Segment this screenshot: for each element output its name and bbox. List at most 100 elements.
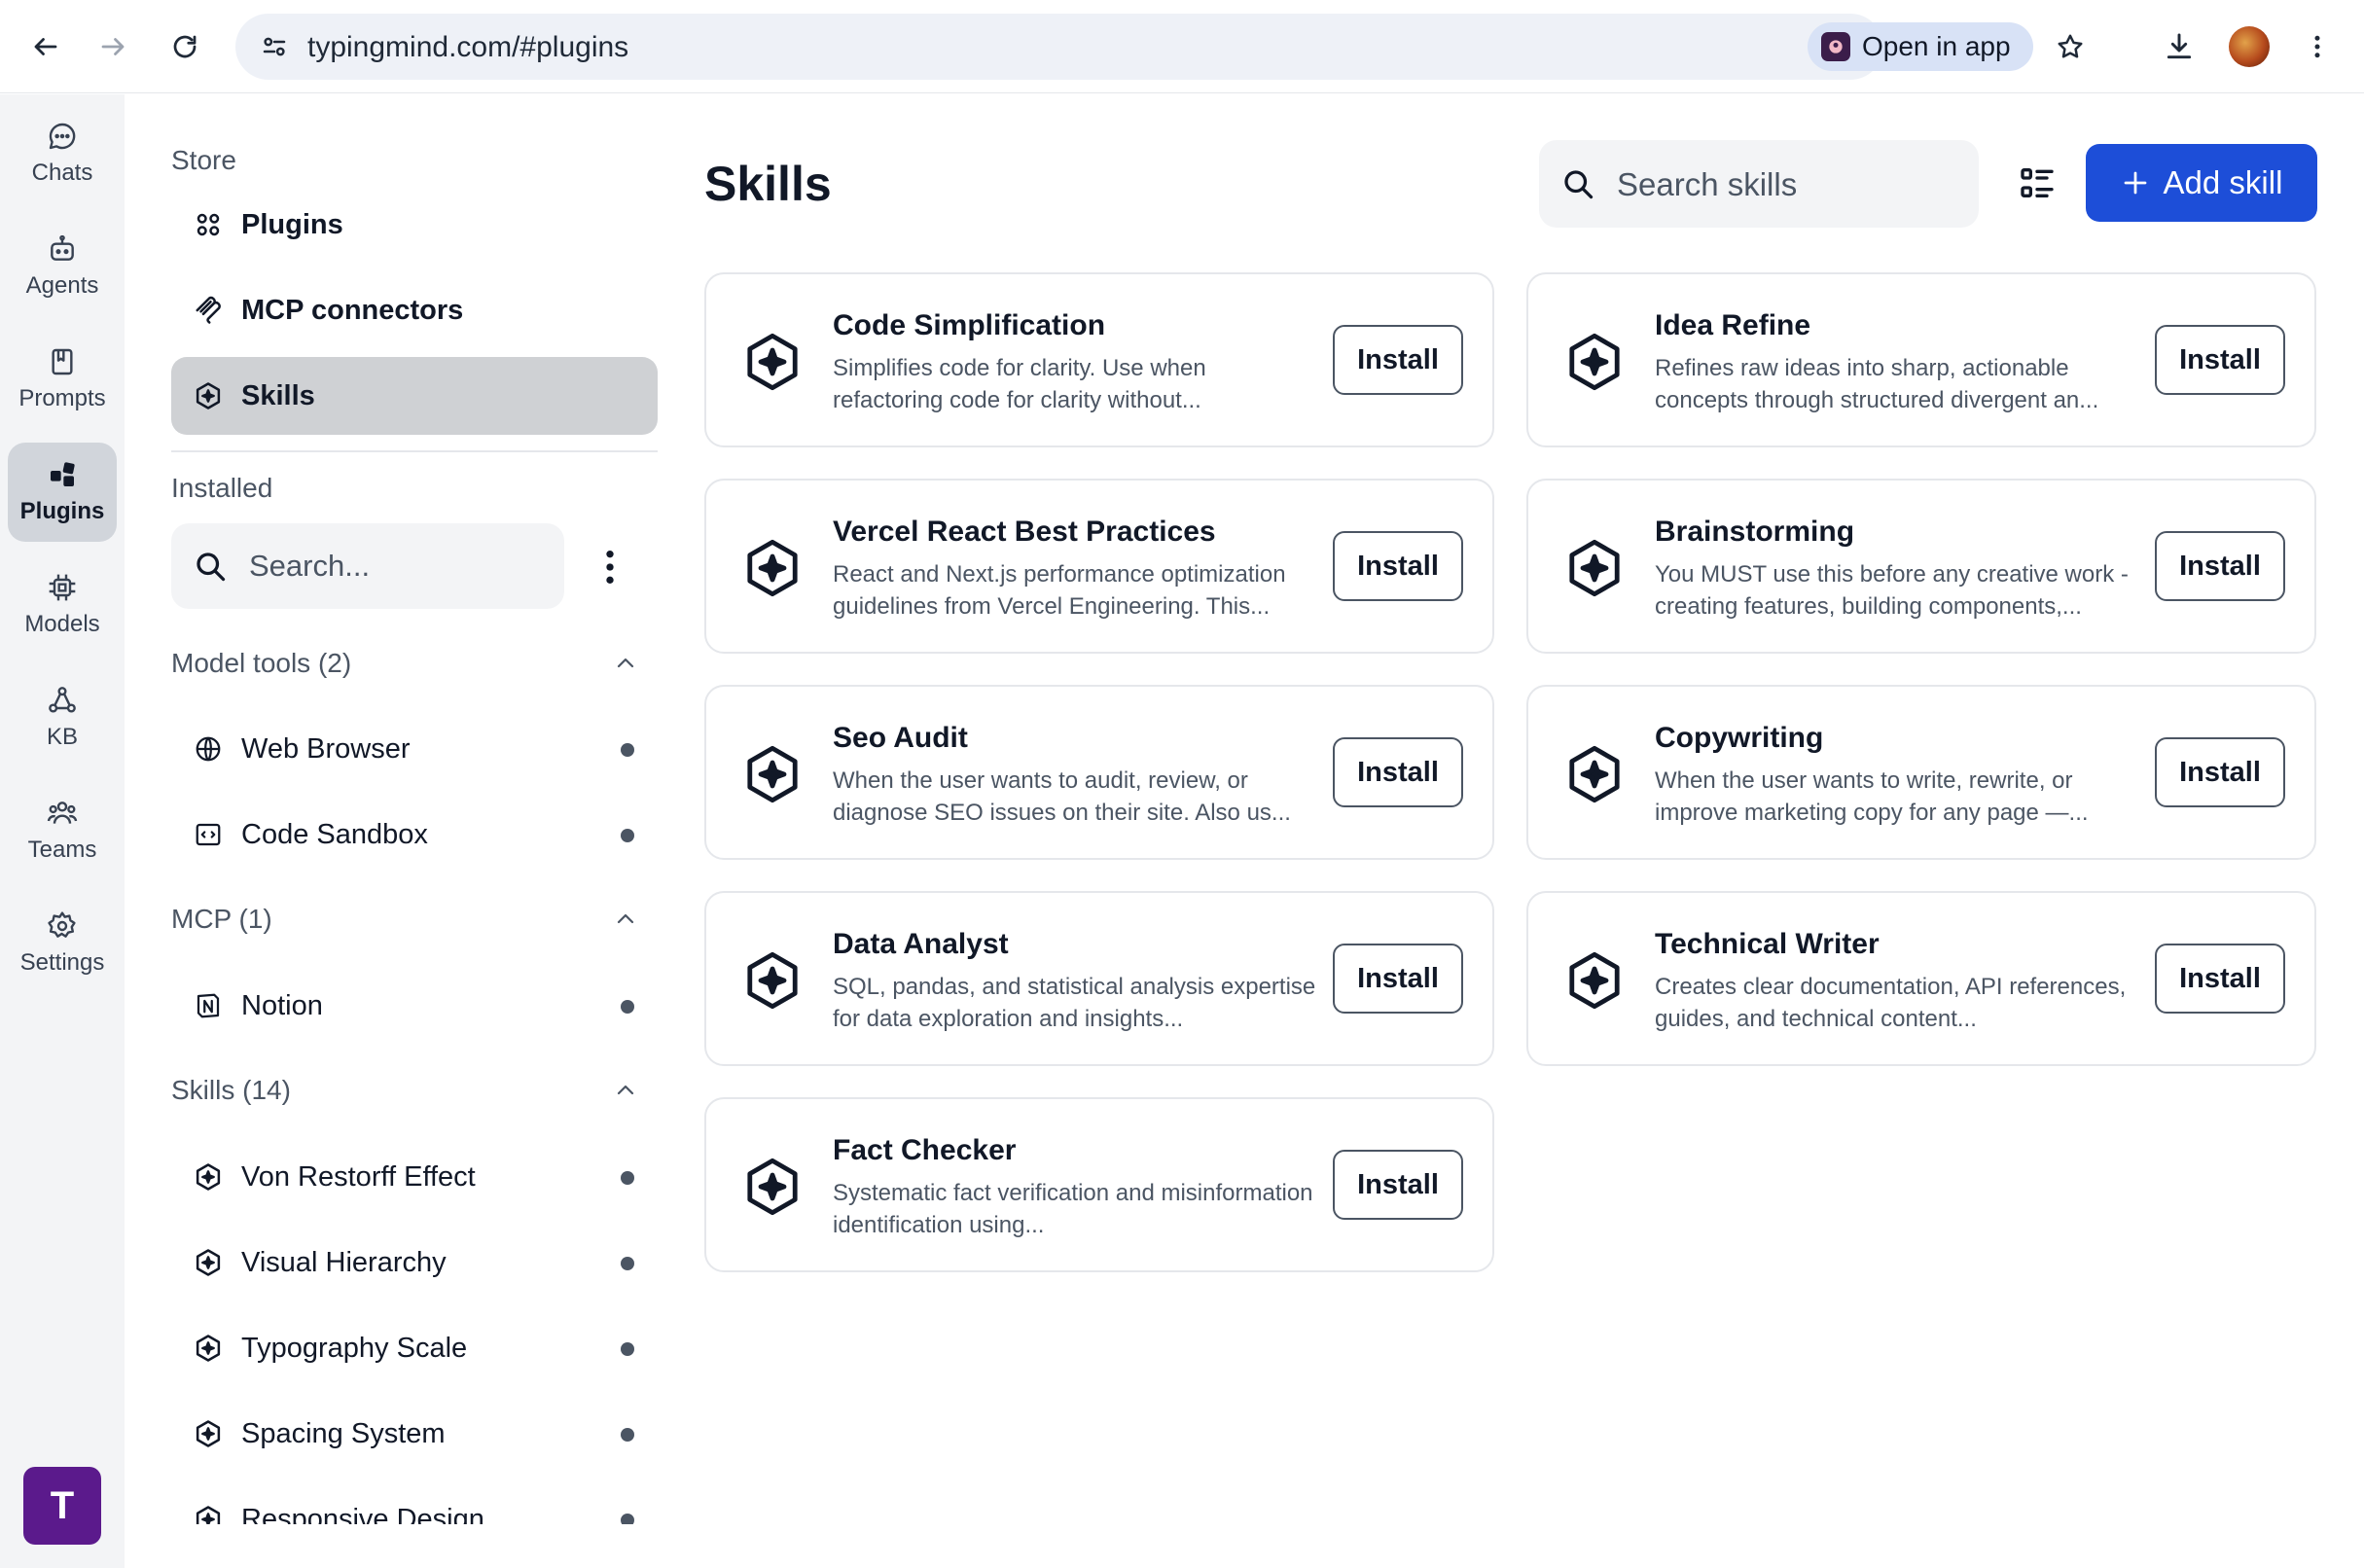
typingmind-logo[interactable]: T bbox=[23, 1467, 101, 1545]
installed-section-title: Installed bbox=[171, 473, 273, 503]
skill-hex-icon bbox=[1569, 539, 1620, 597]
reload-button[interactable] bbox=[158, 19, 212, 74]
add-skill-button[interactable]: Add skill bbox=[2086, 144, 2317, 222]
site-settings-icon[interactable] bbox=[251, 23, 298, 70]
skill-name: Copywriting bbox=[1655, 722, 1824, 754]
skills-search-box[interactable] bbox=[1539, 140, 1979, 228]
rail-label-chats: Chats bbox=[31, 160, 93, 186]
installed-item-label: Notion bbox=[241, 989, 323, 1021]
notion-icon bbox=[193, 990, 224, 1021]
installed-item-label: Typography Scale bbox=[241, 1332, 468, 1364]
install-button[interactable]: Install bbox=[1333, 737, 1463, 807]
address-bar[interactable]: typingmind.com/#plugins Open in app bbox=[235, 14, 2083, 80]
installed-item-notion[interactable]: Notion bbox=[171, 972, 658, 1040]
skill-card-copywriting[interactable]: Copywriting When the user wants to write… bbox=[1526, 685, 2316, 860]
installed-item-skill[interactable]: Typography Scale bbox=[171, 1314, 658, 1382]
status-dot bbox=[621, 743, 634, 757]
profile-button[interactable] bbox=[2222, 19, 2276, 74]
rail-label-models: Models bbox=[24, 611, 100, 637]
browser-toolbar: typingmind.com/#plugins Open in app bbox=[0, 0, 2364, 93]
installed-item-skill[interactable]: Spacing System bbox=[171, 1400, 658, 1468]
forward-button[interactable] bbox=[86, 19, 140, 74]
skill-card-data-analyst[interactable]: Data Analyst SQL, pandas, and statistica… bbox=[704, 891, 1494, 1066]
installed-search-box[interactable] bbox=[171, 523, 564, 609]
group-header-skills[interactable]: Skills (14) bbox=[171, 1066, 658, 1115]
group-header-model-tools[interactable]: Model tools (2) bbox=[171, 639, 658, 688]
sidebar-divider bbox=[171, 450, 658, 452]
installed-item-label: Code Sandbox bbox=[241, 818, 428, 850]
skill-name: Brainstorming bbox=[1655, 516, 1855, 548]
back-button[interactable] bbox=[18, 19, 73, 74]
skill-hex-icon bbox=[747, 539, 798, 597]
list-view-icon bbox=[2021, 168, 2054, 197]
group-title: Model tools (2) bbox=[171, 648, 352, 678]
search-icon bbox=[1564, 170, 1594, 199]
install-button[interactable]: Install bbox=[2155, 325, 2285, 395]
reload-icon bbox=[173, 35, 197, 58]
skill-hex-icon bbox=[193, 1504, 224, 1524]
skill-card-vercel-react-best-practices[interactable]: Vercel React Best Practices React and Ne… bbox=[704, 479, 1494, 654]
plugins-icon bbox=[51, 462, 75, 486]
installed-item-label: Responsive Design bbox=[241, 1503, 484, 1525]
mcp-icon bbox=[193, 295, 224, 326]
view-toggle-button[interactable] bbox=[2010, 156, 2064, 210]
install-button[interactable]: Install bbox=[2155, 737, 2285, 807]
group-header-mcp[interactable]: MCP (1) bbox=[171, 895, 658, 944]
rail-item-chats[interactable]: Chats bbox=[8, 104, 117, 203]
rail-item-kb[interactable]: KB bbox=[8, 668, 117, 767]
store-item-skills[interactable]: Skills bbox=[171, 357, 658, 435]
url-text[interactable]: typingmind.com/#plugins bbox=[307, 31, 628, 64]
plugins-sidebar: Store Plugins MCP connectors Skills Inst… bbox=[125, 94, 669, 1524]
status-dot bbox=[621, 829, 634, 842]
installed-item-skill[interactable]: Von Restorff Effect bbox=[171, 1143, 658, 1211]
skills-search-input[interactable] bbox=[1617, 160, 1957, 210]
status-dot bbox=[621, 1000, 634, 1014]
plus-icon bbox=[2124, 171, 2146, 195]
store-item-label: Skills bbox=[241, 379, 315, 411]
rail-label-settings: Settings bbox=[19, 949, 105, 976]
browser-menu-button[interactable] bbox=[2290, 19, 2345, 74]
skill-card-fact-checker[interactable]: Fact Checker Systematic fact verificatio… bbox=[704, 1097, 1494, 1272]
install-button[interactable]: Install bbox=[2155, 944, 2285, 1014]
status-dot bbox=[621, 1428, 634, 1442]
gear-icon bbox=[48, 911, 76, 938]
skill-card-code-simplification[interactable]: Code Simplification Simplifies code for … bbox=[704, 272, 1494, 447]
install-button[interactable]: Install bbox=[1333, 1150, 1463, 1220]
skill-card-seo-audit[interactable]: Seo Audit When the user wants to audit, … bbox=[704, 685, 1494, 860]
code-box-icon bbox=[193, 819, 224, 850]
installed-search-input[interactable] bbox=[249, 541, 541, 591]
rail-item-settings[interactable]: Settings bbox=[8, 894, 117, 993]
skill-card-brainstorming[interactable]: Brainstorming You MUST use this before a… bbox=[1526, 479, 2316, 654]
rail-item-models[interactable]: Models bbox=[8, 555, 117, 655]
rail-item-plugins[interactable]: Plugins bbox=[8, 443, 117, 542]
skill-hex-icon bbox=[1569, 951, 1620, 1010]
rail-item-prompts[interactable]: Prompts bbox=[8, 330, 117, 429]
rail-item-teams[interactable]: Teams bbox=[8, 781, 117, 880]
installed-item-skill[interactable]: Visual Hierarchy bbox=[171, 1229, 658, 1297]
skill-hex-icon bbox=[193, 1161, 224, 1193]
skill-description: You MUST use this before any creative wo… bbox=[1655, 561, 2129, 620]
bookmark-star-icon[interactable] bbox=[2047, 23, 2094, 70]
avatar bbox=[2229, 26, 2270, 67]
status-dot bbox=[621, 1514, 634, 1524]
skill-description: When the user wants to write, rewrite, o… bbox=[1655, 767, 2089, 826]
rail-item-agents[interactable]: Agents bbox=[8, 217, 117, 316]
install-button[interactable]: Install bbox=[1333, 944, 1463, 1014]
skill-card-technical-writer[interactable]: Technical Writer Creates clear documenta… bbox=[1526, 891, 2316, 1066]
installed-item-skill[interactable]: Responsive Design bbox=[171, 1485, 658, 1524]
skill-card-idea-refine[interactable]: Idea Refine Refines raw ideas into sharp… bbox=[1526, 272, 2316, 447]
installed-item-code-sandbox[interactable]: Code Sandbox bbox=[171, 801, 658, 869]
store-item-plugins[interactable]: Plugins bbox=[171, 186, 658, 264]
install-button[interactable]: Install bbox=[1333, 531, 1463, 601]
install-button[interactable]: Install bbox=[1333, 325, 1463, 395]
installed-item-web-browser[interactable]: Web Browser bbox=[171, 715, 658, 783]
skill-hex-icon bbox=[747, 333, 798, 391]
chevron-up-icon bbox=[611, 1076, 640, 1105]
store-item-mcp-connectors[interactable]: MCP connectors bbox=[171, 271, 658, 349]
installed-options-button[interactable] bbox=[595, 544, 625, 590]
download-icon bbox=[2167, 33, 2192, 59]
skill-description: Simplifies code for clarity. Use when re… bbox=[833, 355, 1206, 413]
download-button[interactable] bbox=[2152, 19, 2206, 74]
install-button[interactable]: Install bbox=[2155, 531, 2285, 601]
open-in-app-button[interactable]: Open in app bbox=[1808, 22, 2033, 71]
